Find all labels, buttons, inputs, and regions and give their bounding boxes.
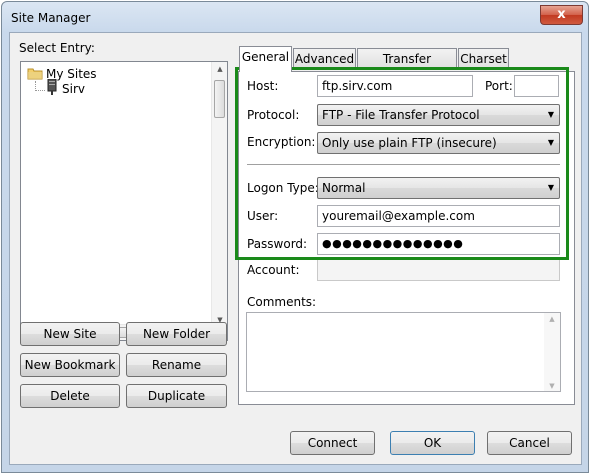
- duplicate-button[interactable]: Duplicate: [126, 384, 227, 408]
- logon-type-select[interactable]: Normal ▼: [317, 177, 560, 199]
- new-site-button[interactable]: New Site: [20, 322, 120, 346]
- ok-button[interactable]: OK: [390, 431, 475, 455]
- site-tree[interactable]: My Sites Sirv ▲ ▼ ◀ ||| ▶: [20, 61, 228, 341]
- close-icon[interactable]: x: [540, 5, 583, 25]
- server-icon: [47, 78, 57, 95]
- tree-connector: [35, 90, 45, 91]
- site-manager-window: Site Manager x Select Entry: My Sites Si…: [1, 1, 589, 473]
- title-bar[interactable]: Site Manager x: [2, 2, 588, 32]
- folder-icon: [27, 66, 43, 80]
- connect-button[interactable]: Connect: [290, 431, 375, 455]
- account-label: Account:: [247, 263, 300, 277]
- tree-item-sirv[interactable]: Sirv: [62, 82, 85, 96]
- scroll-up-icon[interactable]: ▲: [544, 315, 560, 323]
- comments-scrollbar[interactable]: ▲ ▼: [544, 313, 560, 391]
- tree-vertical-scrollbar[interactable]: ▲ ▼: [211, 62, 227, 326]
- host-input[interactable]: ftp.sirv.com: [317, 75, 473, 97]
- select-entry-label: Select Entry:: [19, 41, 95, 55]
- rename-button[interactable]: Rename: [126, 353, 227, 377]
- comments-textarea[interactable]: ▲ ▼: [246, 312, 561, 392]
- tab-advanced[interactable]: Advanced: [293, 48, 356, 70]
- tab-charset[interactable]: Charset: [458, 48, 509, 70]
- scroll-up-icon[interactable]: ▲: [212, 65, 228, 73]
- encryption-select[interactable]: Only use plain FTP (insecure) ▼: [317, 132, 560, 154]
- new-bookmark-button[interactable]: New Bookmark: [20, 353, 120, 377]
- window-title: Site Manager: [11, 11, 91, 25]
- chevron-down-icon: ▼: [547, 138, 554, 147]
- delete-button[interactable]: Delete: [20, 384, 120, 408]
- vertical-scroll-thumb[interactable]: [214, 80, 225, 118]
- tab-general[interactable]: General: [239, 46, 292, 72]
- chevron-down-icon: ▼: [547, 183, 554, 192]
- protocol-value: FTP - File Transfer Protocol: [322, 108, 480, 122]
- logon-type-label: Logon Type:: [247, 181, 319, 195]
- encryption-label: Encryption:: [247, 135, 316, 149]
- new-folder-button[interactable]: New Folder: [126, 322, 227, 346]
- port-label: Port:: [485, 79, 513, 93]
- account-input: [317, 259, 560, 281]
- scroll-down-icon[interactable]: ▼: [544, 382, 560, 390]
- tab-transfer-settings[interactable]: Transfer Settings: [357, 48, 457, 86]
- encryption-value: Only use plain FTP (insecure): [322, 136, 497, 150]
- password-input[interactable]: ●●●●●●●●●●●●●●: [317, 233, 560, 255]
- protocol-select[interactable]: FTP - File Transfer Protocol ▼: [317, 104, 560, 126]
- cancel-button[interactable]: Cancel: [487, 431, 572, 455]
- logon-type-value: Normal: [322, 181, 366, 195]
- host-label: Host:: [247, 79, 279, 93]
- dialog-client: Select Entry: My Sites Sirv ▲ ▼ ◀ |||: [9, 32, 582, 465]
- password-label: Password:: [247, 237, 308, 251]
- divider: [247, 164, 560, 166]
- protocol-label: Protocol:: [247, 108, 300, 122]
- comments-label: Comments:: [247, 295, 317, 309]
- user-input[interactable]: youremail@example.com: [317, 205, 560, 227]
- user-label: User:: [247, 209, 279, 223]
- port-input[interactable]: [514, 75, 559, 97]
- chevron-down-icon: ▼: [547, 110, 554, 119]
